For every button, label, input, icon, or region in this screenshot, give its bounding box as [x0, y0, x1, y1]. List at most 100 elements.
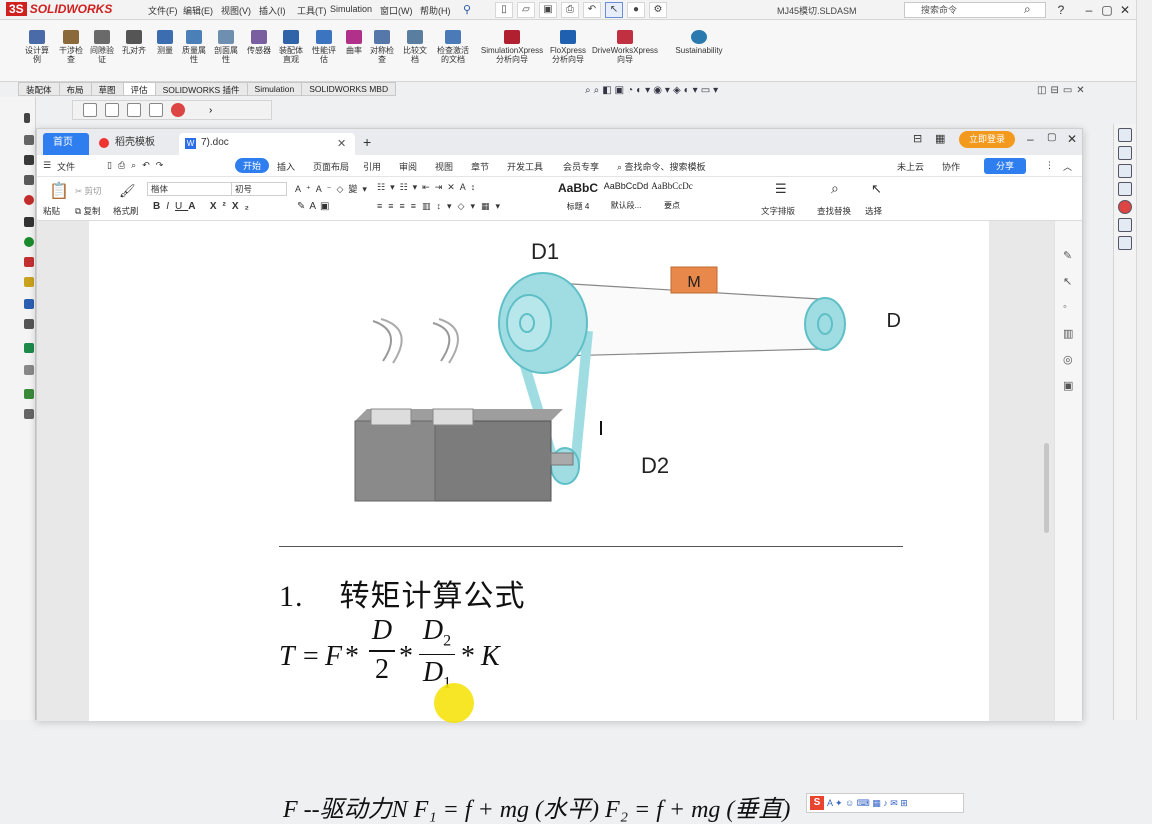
- font-size-adjust-icons[interactable]: A⁺A⁻◇變▾: [295, 182, 372, 195]
- simulationxpress-button[interactable]: SimulationXpress 分析向导: [478, 30, 546, 64]
- new-tab-icon[interactable]: +: [363, 134, 371, 150]
- menu-chapter[interactable]: 章节: [471, 160, 489, 173]
- tab-home[interactable]: 首页: [43, 133, 89, 155]
- file-explorer-icon[interactable]: [1118, 182, 1132, 196]
- cloud-status[interactable]: 未上云: [897, 160, 924, 173]
- highlight-color-icons[interactable]: ✎A▣: [297, 201, 334, 212]
- pin-icon[interactable]: ⚲: [463, 3, 471, 16]
- tab-evaluate[interactable]: 评估: [122, 82, 156, 96]
- hole-alignment-button[interactable]: 孔对齐: [119, 30, 149, 55]
- menu-insert[interactable]: 插入: [277, 160, 295, 173]
- feature-icon[interactable]: [24, 113, 30, 123]
- symmetry-check-button[interactable]: 对称检查: [368, 30, 396, 64]
- sketch-icon[interactable]: [24, 155, 34, 165]
- check-active-document-button[interactable]: 检查激活的文档: [434, 30, 472, 64]
- select-button[interactable]: 选择: [865, 205, 882, 217]
- motor-icon[interactable]: [24, 277, 34, 287]
- part-icon[interactable]: [24, 217, 34, 227]
- tab-sketch[interactable]: 草图: [90, 82, 124, 96]
- tab-assembly[interactable]: 装配体: [18, 82, 60, 96]
- interference-check-button[interactable]: 干涉检查: [57, 30, 85, 64]
- design-study-button[interactable]: 设计算例: [22, 30, 52, 64]
- custom-properties-icon[interactable]: [1118, 218, 1132, 232]
- menu-window[interactable]: 窗口(W): [380, 4, 413, 17]
- format-painter-icon[interactable]: 🖌: [119, 183, 136, 199]
- menu-member[interactable]: 会员专享: [563, 160, 599, 173]
- measure-button[interactable]: 测量: [153, 30, 177, 55]
- alignment-icons[interactable]: ≡≡≡≡▥↕▾◇▾▦▾: [377, 201, 506, 212]
- tab-layout[interactable]: 布局: [58, 82, 92, 96]
- command-search[interactable]: ⌕ 查找命令、搜索模板: [617, 160, 706, 173]
- tab-close-icon[interactable]: ✕: [337, 137, 346, 150]
- search-tool-icon[interactable]: [24, 299, 34, 309]
- cut-icon[interactable]: [24, 195, 34, 205]
- dimxpert-icon[interactable]: [149, 103, 163, 117]
- menu-simulation[interactable]: Simulation: [330, 4, 372, 14]
- style-heading4[interactable]: AaBbC 标题 4: [555, 181, 601, 215]
- pointer-icon[interactable]: ↖: [1063, 275, 1072, 288]
- section-properties-button[interactable]: 剖面属性: [212, 30, 240, 64]
- more-icon[interactable]: ⋮: [1045, 160, 1054, 171]
- hamburger-icon[interactable]: ☰: [43, 160, 51, 171]
- copy-button[interactable]: ⧉ 复制: [75, 205, 100, 217]
- menu-dev-tools[interactable]: 开发工具: [507, 160, 543, 173]
- paste-icon[interactable]: 📋: [49, 181, 69, 201]
- driveworksxpress-button[interactable]: DriveWorksXpress 向导: [590, 30, 660, 64]
- tree-icon[interactable]: [24, 135, 34, 145]
- close-icon[interactable]: ✕: [1116, 2, 1134, 18]
- locate-icon[interactable]: ◎: [1063, 353, 1073, 366]
- traffic-light-icon[interactable]: ●: [627, 2, 645, 18]
- open-icon[interactable]: ▱: [517, 2, 535, 18]
- save-icon[interactable]: ▣: [539, 2, 557, 18]
- menu-page-layout[interactable]: 页面布局: [313, 160, 349, 173]
- performance-evaluation-button[interactable]: 性能评估: [309, 30, 339, 64]
- tab-mbd[interactable]: SOLIDWORKS MBD: [301, 82, 397, 96]
- layout-switch-icon[interactable]: ⊟: [913, 132, 922, 145]
- paragraph-list-icons[interactable]: ☷▾☷▾⇤⇥✕A↕: [377, 182, 480, 193]
- ime-tool-icons[interactable]: A ✦ ☺ ⌨ ▦ ♪ ✉ ⊞: [827, 798, 908, 809]
- feature-manager-icon[interactable]: [83, 103, 97, 117]
- property-manager-icon[interactable]: [105, 103, 119, 117]
- spring-icon[interactable]: [24, 257, 34, 267]
- scroll-thumb[interactable]: [1044, 443, 1049, 533]
- design-library-icon[interactable]: [1118, 164, 1132, 178]
- text-layout-icon[interactable]: ☰: [775, 181, 787, 197]
- font-family-select[interactable]: 楷体: [147, 182, 241, 196]
- style-key-point[interactable]: AaBbCcDc 要点: [649, 181, 695, 215]
- collapse-ribbon-icon[interactable]: ︿: [1063, 160, 1072, 173]
- tab-template[interactable]: 稻壳模板: [93, 133, 178, 155]
- text-format-icons[interactable]: BIUA X²X₂: [153, 201, 255, 212]
- search-icon[interactable]: ⌕: [1024, 2, 1031, 17]
- select-cursor-icon[interactable]: ↖: [871, 181, 882, 197]
- curvature-button[interactable]: 曲率: [342, 30, 366, 55]
- resources-icon[interactable]: [1118, 146, 1132, 160]
- tab-document[interactable]: W 7).doc: [179, 133, 355, 155]
- gear-tool-icon[interactable]: [24, 319, 34, 329]
- options-gear-icon[interactable]: ⚙: [649, 2, 667, 18]
- text-layout-button[interactable]: 文字排版: [761, 205, 795, 217]
- home-icon[interactable]: [1118, 128, 1132, 142]
- login-button[interactable]: 立即登录: [959, 131, 1015, 148]
- clearance-check-button[interactable]: 间隙验证: [89, 30, 115, 64]
- menu-review[interactable]: 审阅: [399, 160, 417, 173]
- block-icon[interactable]: [24, 175, 34, 185]
- mate-icon[interactable]: [24, 237, 34, 247]
- floxpress-button[interactable]: FloXpress 分析向导: [548, 30, 588, 64]
- ime-toolbar[interactable]: SA ✦ ☺ ⌨ ▦ ♪ ✉ ⊞: [806, 793, 964, 813]
- minimize-icon[interactable]: –: [1080, 2, 1098, 18]
- menu-file[interactable]: 文件: [57, 160, 75, 173]
- style-default[interactable]: AaBbCcDd 默认段...: [603, 181, 649, 215]
- help-icon[interactable]: ?: [1052, 2, 1070, 18]
- window-arrange-icons[interactable]: ◫⊟▭✕: [1037, 85, 1089, 96]
- configuration-manager-icon[interactable]: [127, 103, 141, 117]
- document-page[interactable]: M D1 D2 D 1. 转矩计算公式 T = F * D 2 * D2 D *…: [89, 221, 989, 823]
- quick-icons[interactable]: ▯⎙⌕↶↷: [107, 160, 169, 171]
- share-button[interactable]: 分享: [984, 158, 1026, 174]
- menu-edit[interactable]: 编辑(E): [183, 4, 213, 17]
- panel-icon[interactable]: ▣: [1063, 379, 1073, 392]
- chevron-right-icon[interactable]: ›: [209, 105, 212, 116]
- document-scrollbar[interactable]: [1042, 313, 1050, 813]
- multi-window-icon[interactable]: ▦: [935, 132, 945, 145]
- menu-view[interactable]: 视图: [435, 160, 453, 173]
- mass-properties-button[interactable]: 质量属性: [180, 30, 208, 64]
